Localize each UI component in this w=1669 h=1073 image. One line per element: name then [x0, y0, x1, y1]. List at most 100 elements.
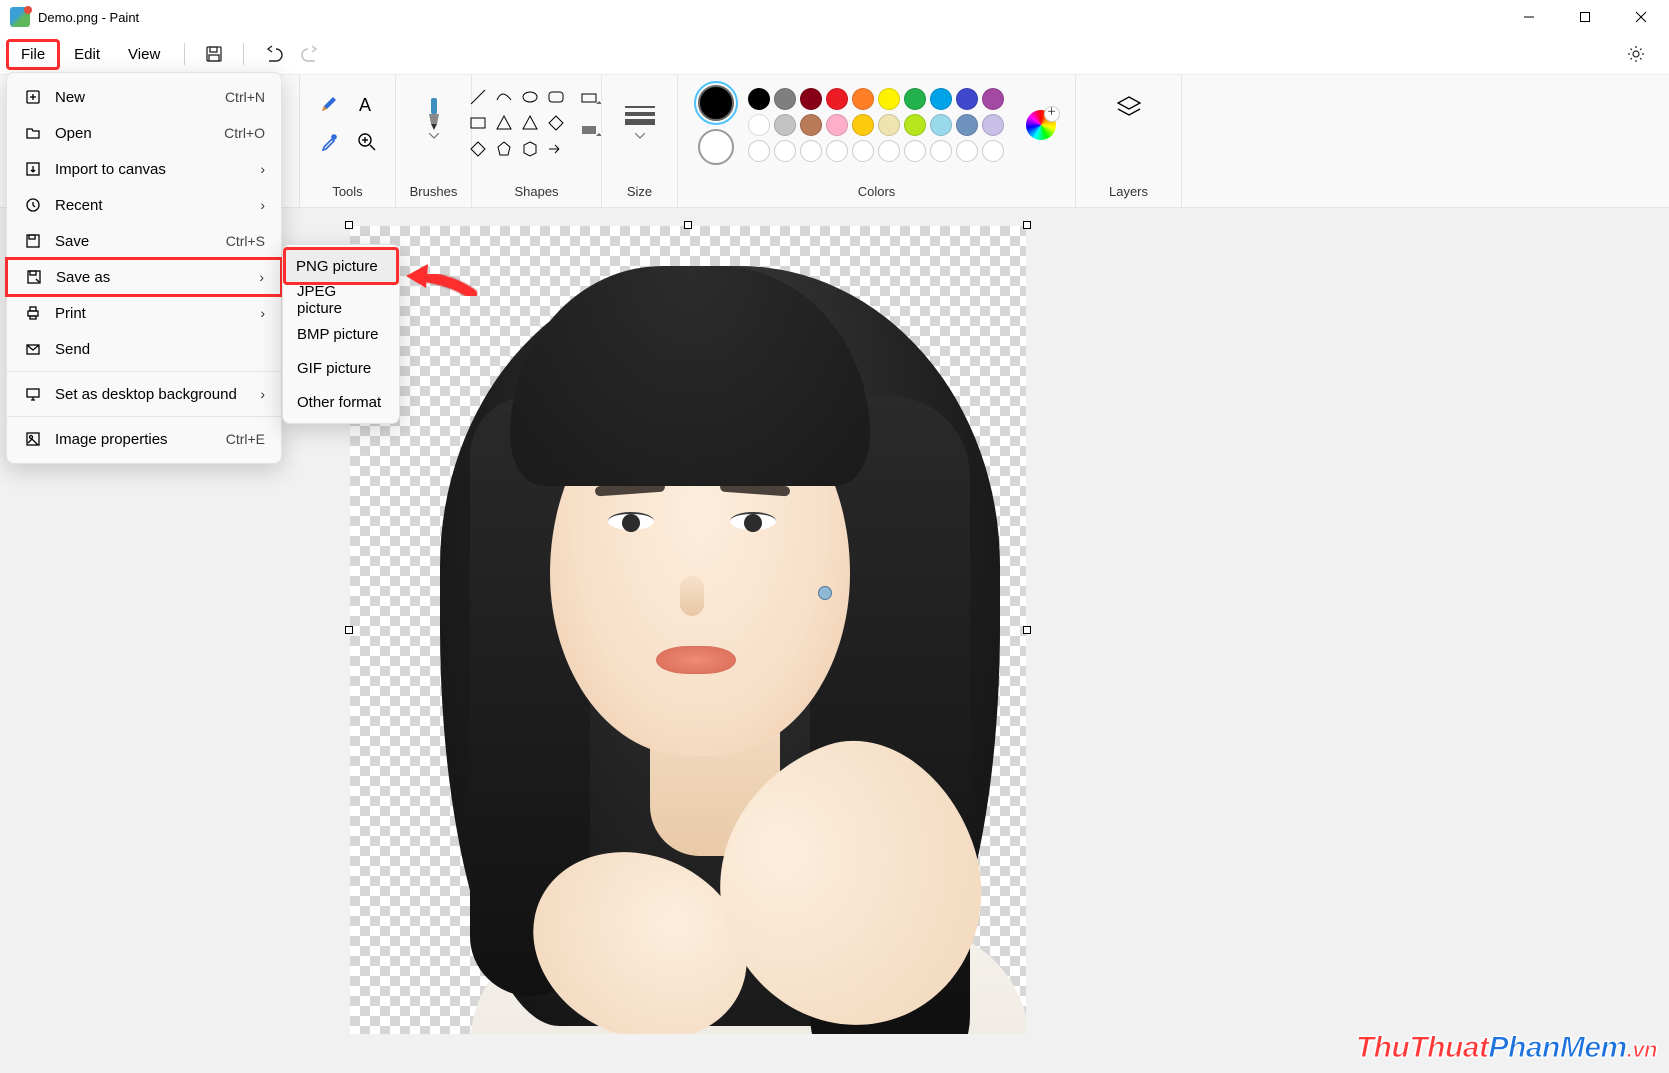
color-swatch[interactable] — [774, 114, 796, 136]
desktop-icon — [23, 386, 43, 402]
menu-item-send[interactable]: Send — [7, 331, 281, 367]
redo-button[interactable] — [292, 35, 330, 73]
color-swatch[interactable] — [878, 88, 900, 110]
custom-color-slot[interactable] — [878, 140, 900, 162]
menu-item-new[interactable]: New Ctrl+N — [7, 79, 281, 115]
close-button[interactable] — [1613, 0, 1669, 34]
pencil-tool[interactable] — [310, 85, 348, 123]
shapes-gallery[interactable] — [466, 85, 568, 161]
color-swatch[interactable] — [852, 114, 874, 136]
menu-item-import[interactable]: Import to canvas › — [7, 151, 281, 187]
resize-handle[interactable] — [345, 626, 353, 634]
titlebar: Demo.png - Paint — [0, 0, 1669, 34]
quick-save-button[interactable] — [195, 35, 233, 73]
custom-color-slot[interactable] — [774, 140, 796, 162]
shape-fill-dropdown[interactable] — [576, 117, 606, 143]
custom-color-slot[interactable] — [982, 140, 1004, 162]
clock-icon — [23, 197, 43, 213]
minimize-button[interactable] — [1501, 0, 1557, 34]
file-menu-dropdown: New Ctrl+N Open Ctrl+O Import to canvas … — [6, 72, 282, 464]
color-swatch[interactable] — [852, 88, 874, 110]
window-title: Demo.png - Paint — [38, 10, 139, 25]
chevron-right-icon: › — [259, 269, 264, 285]
new-icon — [23, 89, 43, 105]
menu-item-print[interactable]: Print › — [7, 295, 281, 331]
chevron-right-icon: › — [260, 386, 265, 402]
color-swatch[interactable] — [904, 88, 926, 110]
custom-color-slot[interactable] — [956, 140, 978, 162]
color-swatch[interactable] — [800, 114, 822, 136]
resize-handle[interactable] — [345, 221, 353, 229]
submenu-item-bmp[interactable]: BMP picture — [283, 317, 399, 351]
folder-icon — [23, 125, 43, 141]
layers-button[interactable] — [1106, 85, 1152, 131]
edit-colors-button[interactable] — [1026, 110, 1056, 140]
magnifier-tool[interactable] — [348, 123, 386, 161]
color-swatch[interactable] — [826, 114, 848, 136]
properties-icon — [23, 431, 43, 447]
color-swatch[interactable] — [800, 88, 822, 110]
custom-color-slot[interactable] — [930, 140, 952, 162]
color-swatch[interactable] — [982, 88, 1004, 110]
save-icon — [23, 233, 43, 249]
color-1[interactable] — [698, 85, 734, 121]
color-swatch[interactable] — [956, 114, 978, 136]
send-icon — [23, 341, 43, 357]
maximize-button[interactable] — [1557, 0, 1613, 34]
menu-item-image-properties[interactable]: Image properties Ctrl+E — [7, 421, 281, 457]
custom-color-slot[interactable] — [748, 140, 770, 162]
custom-color-slot[interactable] — [904, 140, 926, 162]
custom-color-slot[interactable] — [826, 140, 848, 162]
custom-color-slot[interactable] — [852, 140, 874, 162]
resize-handle[interactable] — [1023, 221, 1031, 229]
ribbon-label-size: Size — [627, 184, 652, 203]
menu-item-set-background[interactable]: Set as desktop background › — [7, 376, 281, 412]
chevron-right-icon: › — [260, 197, 265, 213]
resize-handle[interactable] — [684, 221, 692, 229]
resize-handle[interactable] — [1023, 626, 1031, 634]
color-swatch[interactable] — [748, 114, 770, 136]
print-icon — [23, 305, 43, 321]
menu-view[interactable]: View — [114, 40, 174, 69]
undo-button[interactable] — [254, 35, 292, 73]
annotation-arrow — [402, 260, 482, 310]
color-swatch[interactable] — [956, 88, 978, 110]
shape-outline-dropdown[interactable] — [576, 85, 606, 111]
submenu-item-png[interactable]: PNG picture — [283, 247, 399, 285]
menu-edit[interactable]: Edit — [60, 40, 114, 69]
eyedropper-tool[interactable] — [310, 123, 348, 161]
submenu-item-gif[interactable]: GIF picture — [283, 351, 399, 385]
ribbon-group-tools: A Tools — [300, 75, 396, 207]
ribbon-label-layers: Layers — [1109, 184, 1148, 203]
ribbon-group-layers: Layers — [1076, 75, 1182, 207]
color-swatch[interactable] — [930, 88, 952, 110]
color-swatch[interactable] — [982, 114, 1004, 136]
text-tool[interactable]: A — [348, 85, 386, 123]
color-2[interactable] — [698, 129, 734, 165]
menu-file[interactable]: File — [6, 39, 60, 70]
save-as-submenu: PNG picture JPEG picture BMP picture GIF… — [282, 244, 400, 424]
settings-button[interactable] — [1617, 35, 1655, 73]
menu-item-recent[interactable]: Recent › — [7, 187, 281, 223]
submenu-item-jpeg[interactable]: JPEG picture — [283, 283, 399, 317]
size-dropdown[interactable] — [617, 85, 663, 143]
menu-item-open[interactable]: Open Ctrl+O — [7, 115, 281, 151]
window-controls — [1501, 0, 1669, 34]
color-swatch[interactable] — [748, 88, 770, 110]
paint-app-icon — [10, 7, 30, 27]
menu-item-save[interactable]: Save Ctrl+S — [7, 223, 281, 259]
color-swatch[interactable] — [826, 88, 848, 110]
menu-divider — [7, 416, 281, 417]
menu-item-save-as[interactable]: Save as › — [5, 257, 283, 297]
color-swatch[interactable] — [904, 114, 926, 136]
canvas[interactable] — [350, 226, 1026, 1034]
color-swatch[interactable] — [878, 114, 900, 136]
submenu-item-other[interactable]: Other format — [283, 385, 399, 419]
color-swatch[interactable] — [774, 88, 796, 110]
ribbon-group-size: Size — [602, 75, 678, 207]
separator — [184, 43, 185, 65]
custom-color-slot[interactable] — [800, 140, 822, 162]
brushes-dropdown[interactable] — [411, 85, 457, 143]
color-swatch[interactable] — [930, 114, 952, 136]
ribbon-label-shapes: Shapes — [514, 184, 558, 203]
